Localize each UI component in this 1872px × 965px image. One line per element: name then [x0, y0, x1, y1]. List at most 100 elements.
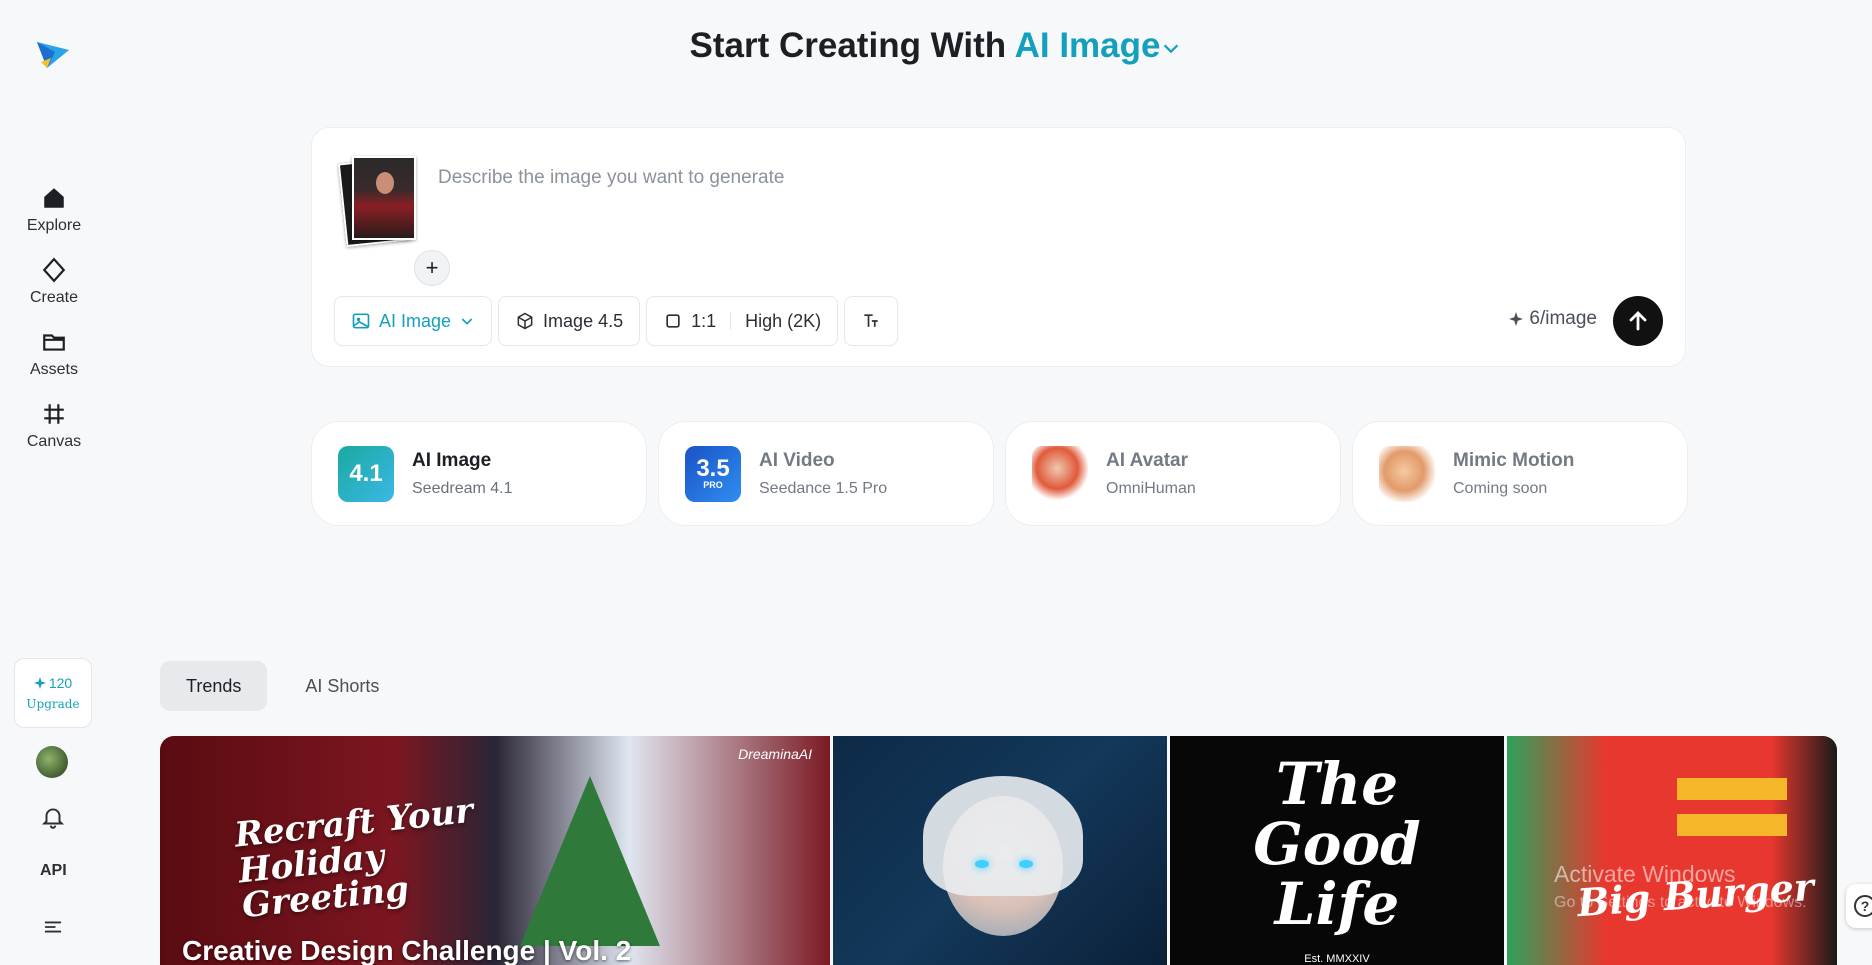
decorative-stripe: [1677, 814, 1787, 836]
model-selector[interactable]: Image 4.5: [498, 296, 641, 346]
text-style-button[interactable]: [844, 296, 899, 346]
image-icon: [352, 313, 370, 329]
mimic-motion-icon: [1379, 445, 1435, 502]
gallery-card[interactable]: The Good Life Est. MMXXIV: [1170, 736, 1504, 965]
tab-ai-shorts[interactable]: AI Shorts: [279, 661, 405, 711]
generation-cost: 6/image: [1509, 308, 1597, 330]
add-reference-button[interactable]: +: [414, 250, 450, 286]
reference-image-front: [352, 156, 416, 240]
mode-card-ai-image[interactable]: 4.1 AI Image Seedream 4.1: [311, 421, 647, 526]
tab-trends[interactable]: Trends: [160, 661, 268, 711]
api-link[interactable]: API: [40, 862, 67, 880]
decorative-stripe: [1677, 778, 1787, 800]
help-icon: ?: [1854, 895, 1872, 917]
card-artwork-text: Recraft Your Holiday Greeting: [232, 790, 475, 927]
mode-switcher[interactable]: AI Image: [1015, 26, 1183, 65]
quality-label: High (2K): [745, 310, 822, 331]
reference-image-thumbnail[interactable]: +: [337, 156, 450, 286]
mode-cards: 4.1 AI Image Seedream 4.1 3.5 PRO AI Vid…: [311, 421, 1688, 526]
christmas-tree-illustration: [520, 776, 660, 946]
diamond-icon: [42, 257, 66, 283]
reference-image-face: [376, 172, 394, 194]
mode-card-text: AI Image Seedream 4.1: [412, 450, 513, 498]
generate-button[interactable]: [1613, 296, 1663, 346]
sidebar-nav: Explore Create Assets Canvas: [0, 174, 108, 462]
activation-watermark-title: Activate Windows: [1554, 861, 1736, 887]
glowing-eye: [975, 860, 989, 868]
card-artwork-subtext: Est. MMXXIV: [1304, 953, 1370, 965]
mode-card-title: Mimic Motion: [1453, 449, 1575, 471]
glowing-eye: [1019, 860, 1033, 868]
prompt-toolbar: AI Image Image 4.5 1:1 High (2K): [334, 296, 899, 346]
mode-card-text: AI Video Seedance 1.5 Pro: [759, 450, 887, 498]
card-caption: Creative Design Challenge | Vol. 2: [182, 935, 632, 965]
ratio-quality-selector[interactable]: 1:1 High (2K): [646, 296, 839, 346]
prompt-card: + AI Image Image 4.5 1:1 High (2K) 6/ima…: [311, 127, 1686, 367]
credit-count-value: 120: [48, 675, 73, 691]
aspect-ratio-icon: [666, 314, 680, 328]
sidebar-item-label: Canvas: [26, 433, 82, 450]
sidebar-item-label: Assets: [29, 361, 78, 378]
mode-card-subtitle: Seedance 1.5 Pro: [759, 479, 888, 497]
frame-icon: [44, 404, 64, 424]
credit-count: 120: [33, 675, 73, 691]
help-button[interactable]: ?: [1846, 884, 1872, 928]
menu-icon[interactable]: [42, 916, 64, 938]
mode-card-title: AI Avatar: [1106, 449, 1189, 471]
mode-card-title: AI Video: [759, 449, 835, 471]
gallery-card[interactable]: Recraft Your Holiday Greeting DreaminaAI…: [160, 736, 830, 965]
sparkle-icon: [1509, 312, 1524, 326]
sidebar-item-create[interactable]: Create: [0, 246, 108, 318]
ratio-label: 1:1: [691, 310, 717, 331]
separator: [730, 312, 732, 330]
seedance-badge: 3.5: [696, 455, 730, 482]
gallery-card[interactable]: [833, 736, 1167, 965]
seedance-badge-sub: PRO: [703, 480, 723, 490]
card-artwork-text: The Good Life: [1253, 750, 1421, 938]
mode-dropdown[interactable]: AI Image: [334, 296, 493, 346]
page-title-prefix: Start Creating With: [689, 26, 1007, 65]
mode-card-title: AI Image: [412, 449, 492, 471]
sparkle-icon: [33, 677, 46, 689]
avatar-character-icon: [1032, 445, 1088, 502]
mode-card-mimic-motion[interactable]: Mimic Motion Coming soon: [1352, 421, 1688, 526]
text-format-icon: [864, 314, 878, 327]
cube-icon: [517, 312, 533, 330]
mode-card-subtitle: OmniHuman: [1106, 479, 1196, 497]
portrait-hair: [923, 776, 1083, 896]
mode-card-subtitle: Coming soon: [1453, 479, 1548, 497]
seedream-icon: 4.1: [338, 445, 394, 502]
arrow-up-icon: [1629, 311, 1647, 331]
page-title: Start Creating With AI Image: [0, 26, 1872, 66]
sidebar-item-canvas[interactable]: Canvas: [0, 390, 108, 462]
sidebar: Explore Create Assets Canvas 120 Upgrade…: [0, 0, 108, 965]
folder-icon: [43, 334, 65, 351]
upgrade-link[interactable]: Upgrade: [26, 697, 79, 711]
chevron-down-icon: [1164, 44, 1179, 54]
seedream-badge: 4.1: [349, 459, 383, 487]
model-selector-label: Image 4.5: [543, 310, 624, 331]
feed-tabs: Trends AI Shorts: [160, 661, 405, 711]
mode-card-ai-video[interactable]: 3.5 PRO AI Video Seedance 1.5 Pro: [658, 421, 994, 526]
gallery-card[interactable]: Big Burger: [1507, 736, 1837, 965]
mode-card-subtitle: Seedream 4.1: [412, 479, 513, 497]
trends-gallery: Recraft Your Holiday Greeting DreaminaAI…: [160, 736, 1837, 965]
chevron-down-icon: [461, 318, 473, 325]
avatar[interactable]: [36, 746, 68, 778]
bell-icon[interactable]: [40, 804, 66, 830]
sidebar-item-label: Explore: [26, 217, 82, 234]
sidebar-item-label: Create: [29, 289, 79, 306]
mode-switcher-label: AI Image: [1014, 26, 1161, 65]
prompt-input[interactable]: [438, 148, 1638, 208]
generation-cost-value: 6/image: [1529, 308, 1597, 329]
sidebar-item-explore[interactable]: Explore: [0, 174, 108, 246]
sidebar-item-assets[interactable]: Assets: [0, 318, 108, 390]
seedance-icon: 3.5 PRO: [685, 445, 741, 502]
brand-label: DreaminaAI: [738, 746, 812, 762]
mode-card-ai-avatar[interactable]: AI Avatar OmniHuman: [1005, 421, 1341, 526]
mode-dropdown-label: AI Image: [379, 310, 452, 331]
credits-upgrade-box[interactable]: 120 Upgrade: [14, 658, 92, 728]
mode-card-text: Mimic Motion Coming soon: [1453, 450, 1574, 498]
home-icon: [44, 188, 64, 208]
activation-watermark-subtitle: Go to Settings to activate Windows.: [1554, 894, 1807, 911]
